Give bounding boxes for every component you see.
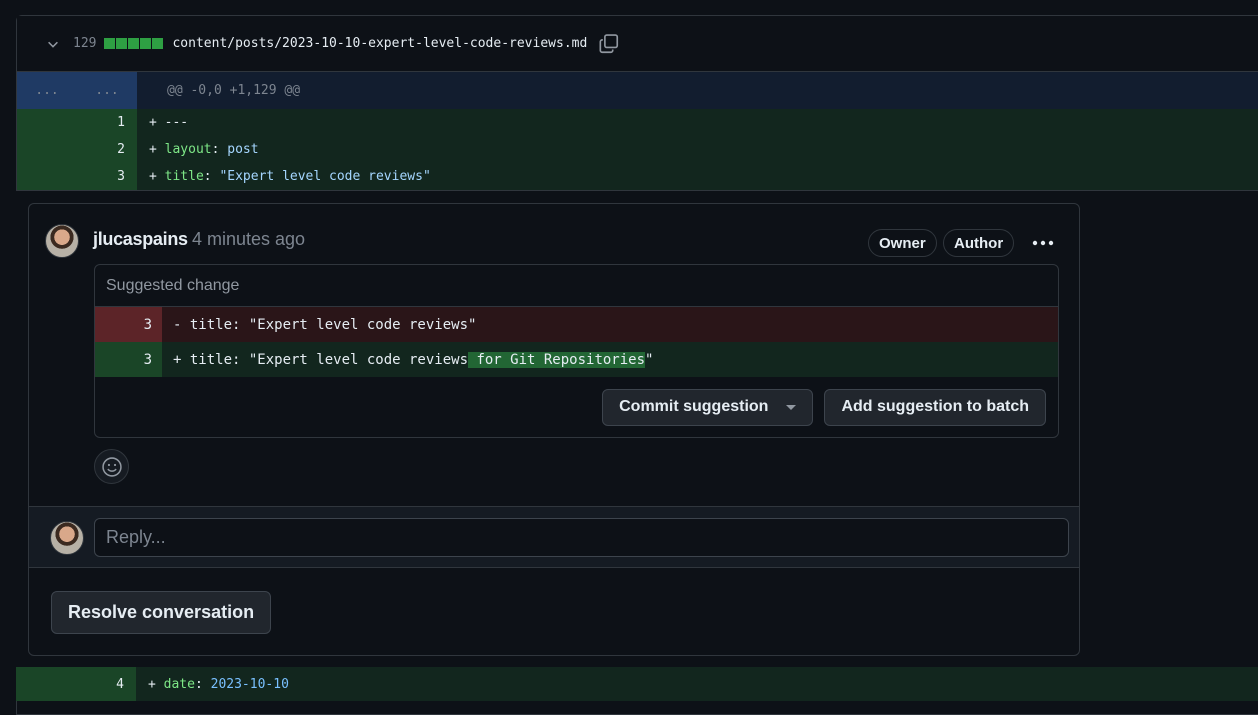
hunk-expand-right[interactable]: ...: [77, 72, 137, 109]
author-badge: Author: [943, 229, 1015, 257]
file-path[interactable]: content/posts/2023-10-10-expert-level-co…: [172, 36, 587, 51]
line-code: - title: "Expert level code reviews": [173, 316, 477, 333]
copy-icon[interactable]: [597, 32, 621, 56]
chevron-down-icon[interactable]: [45, 36, 61, 52]
hunk-expand-left[interactable]: ...: [17, 72, 77, 109]
owner-badge: Owner: [868, 229, 937, 257]
line-code: + date: 2023-10-10: [148, 676, 289, 692]
suggestion-deleted-line: 3 - title: "Expert level code reviews": [95, 307, 1058, 342]
diff-line-2: 2 + layout: post: [17, 136, 1258, 163]
comment-author[interactable]: jlucaspains: [93, 229, 188, 250]
line-code: + ---: [149, 115, 189, 130]
diff-line-1: 1 + ---: [17, 109, 1258, 136]
triangle-down-icon[interactable]: [786, 404, 797, 410]
diff-line-3: 3 + title: "Expert level code reviews": [17, 163, 1258, 190]
file-header: 129 content/posts/2023-10-10-expert-leve…: [17, 16, 1258, 72]
new-line-number[interactable]: 3: [77, 163, 137, 190]
review-thread-row: jlucaspains 4 minutes ago Owner Author S…: [16, 190, 1258, 667]
diff-line-4: 4 + date: 2023-10-10: [16, 667, 1258, 701]
avatar[interactable]: [45, 224, 79, 258]
suggested-change-box: Suggested change 3 - title: "Expert leve…: [94, 264, 1059, 438]
added-highlight: for Git Repositories: [468, 351, 646, 368]
line-number: 3: [95, 342, 162, 377]
diffstat-bar: [104, 38, 164, 49]
reply-input[interactable]: [94, 518, 1069, 557]
new-line-number[interactable]: 4: [76, 667, 136, 701]
new-line-number[interactable]: 1: [77, 109, 137, 136]
smiley-icon[interactable]: [94, 449, 129, 484]
old-line-number: [17, 136, 77, 163]
review-thread: jlucaspains 4 minutes ago Owner Author S…: [28, 203, 1080, 656]
change-count: 129: [73, 36, 97, 51]
reply-area: [29, 506, 1079, 568]
new-line-number[interactable]: 2: [77, 136, 137, 163]
review-comment: jlucaspains 4 minutes ago Owner Author S…: [29, 204, 1079, 506]
commit-suggestion-button[interactable]: Commit suggestion: [602, 388, 814, 426]
old-line-number: [17, 163, 77, 190]
add-to-batch-button[interactable]: Add suggestion to batch: [824, 388, 1046, 426]
diff-file: 129 content/posts/2023-10-10-expert-leve…: [16, 15, 1258, 715]
suggestion-actions: Commit suggestion Add suggestion to batc…: [95, 377, 1058, 437]
line-code: + title: "Expert level code reviews for …: [173, 351, 654, 368]
avatar[interactable]: [50, 521, 84, 555]
line-code: + title: "Expert level code reviews": [149, 169, 431, 184]
diff-line-4-wrap: 4 + date: 2023-10-10: [16, 667, 1258, 701]
comment-timestamp[interactable]: 4 minutes ago: [192, 229, 305, 250]
old-line-number: [17, 109, 77, 136]
suggested-change-header: Suggested change: [95, 265, 1058, 307]
line-number: 3: [95, 307, 162, 342]
line-code: + layout: post: [149, 142, 259, 157]
kebab-horizontal-icon[interactable]: [1029, 232, 1057, 254]
hunk-header: @@ -0,0 +1,129 @@: [167, 83, 301, 98]
resolve-conversation-button[interactable]: Resolve conversation: [51, 591, 272, 634]
old-line-number: [16, 667, 76, 701]
suggestion-added-line: 3 + title: "Expert level code reviews fo…: [95, 342, 1058, 377]
hunk-header-row: ... ... @@ -0,0 +1,129 @@: [17, 72, 1258, 109]
